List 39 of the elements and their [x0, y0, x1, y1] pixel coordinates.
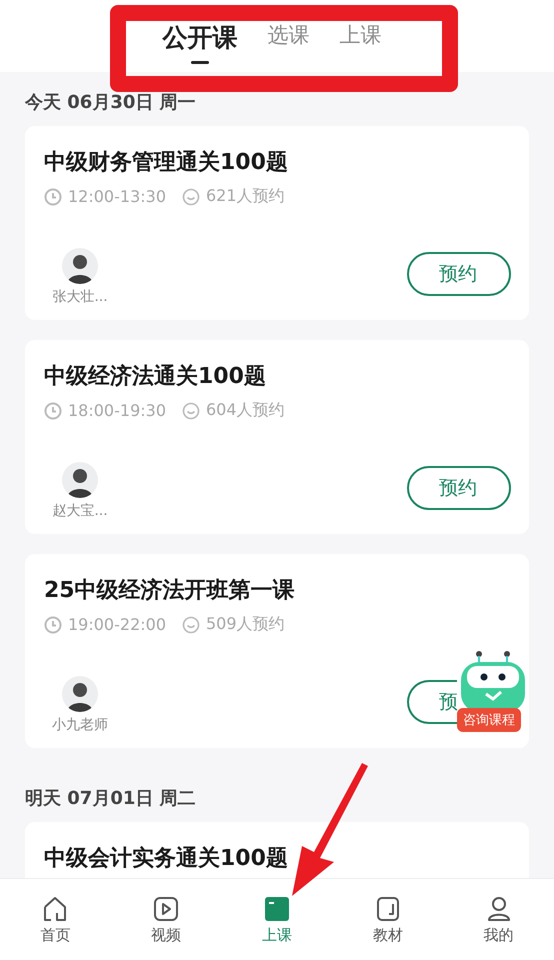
course-time: 12:00-13:30: [68, 187, 166, 206]
course-title: 中级会计实务通关100题: [44, 845, 289, 873]
course-time: 18:00-19:30: [68, 401, 166, 420]
course-card[interactable]: 中级会计实务通关100题: [25, 822, 529, 878]
booking-count: 604人预约: [206, 400, 285, 421]
course-title: 25中级经济法开班第一课: [44, 576, 296, 605]
tab[interactable]: 公开课: [162, 23, 238, 64]
course-card[interactable]: 中级财务管理通关100题 12:00-13:30 621人预约 张大壮... 预约: [25, 126, 529, 320]
smile-icon: [182, 402, 200, 420]
book-button[interactable]: 预: [407, 680, 457, 724]
nav-tab[interactable]: 上课: [222, 879, 332, 960]
video-icon: [152, 895, 180, 923]
class-icon: [262, 895, 291, 923]
nav-tab[interactable]: 视频: [110, 879, 222, 960]
avatar: [62, 676, 98, 712]
avatar: [62, 248, 98, 284]
book-button[interactable]: 预约: [407, 252, 511, 296]
consult-badge[interactable]: 咨询课程: [457, 708, 521, 732]
teacher-name: 小九老师: [52, 716, 108, 734]
teacher-name: 张大壮...: [52, 288, 108, 306]
course-time: 19:00-22:00: [68, 615, 166, 634]
course-title: 中级经济法通关100题: [44, 362, 267, 391]
smile-icon: [182, 188, 200, 206]
clock-icon: [44, 402, 62, 420]
smile-icon: [182, 616, 200, 634]
book-button[interactable]: 预约: [407, 466, 511, 510]
nav-tab[interactable]: 我的: [443, 879, 554, 960]
avatar: [62, 462, 98, 498]
clock-icon: [44, 188, 62, 206]
clock-icon: [44, 616, 62, 634]
nav-tab[interactable]: 首页: [0, 879, 111, 960]
course-title: 中级财务管理通关100题: [44, 149, 289, 177]
teacher-name: 赵大宝...: [52, 502, 108, 520]
date-heading: 今天 06月30日 周一: [25, 91, 197, 115]
date-heading: 明天 07月01日 周二: [25, 787, 197, 811]
booking-count: 621人预约: [206, 186, 285, 207]
course-card[interactable]: 中级经济法通关100题 18:00-19:30 604人预约 赵大宝... 预约: [25, 340, 529, 534]
nav-tab[interactable]: 教材: [332, 879, 444, 960]
booking-count: 509人预约: [206, 614, 285, 635]
